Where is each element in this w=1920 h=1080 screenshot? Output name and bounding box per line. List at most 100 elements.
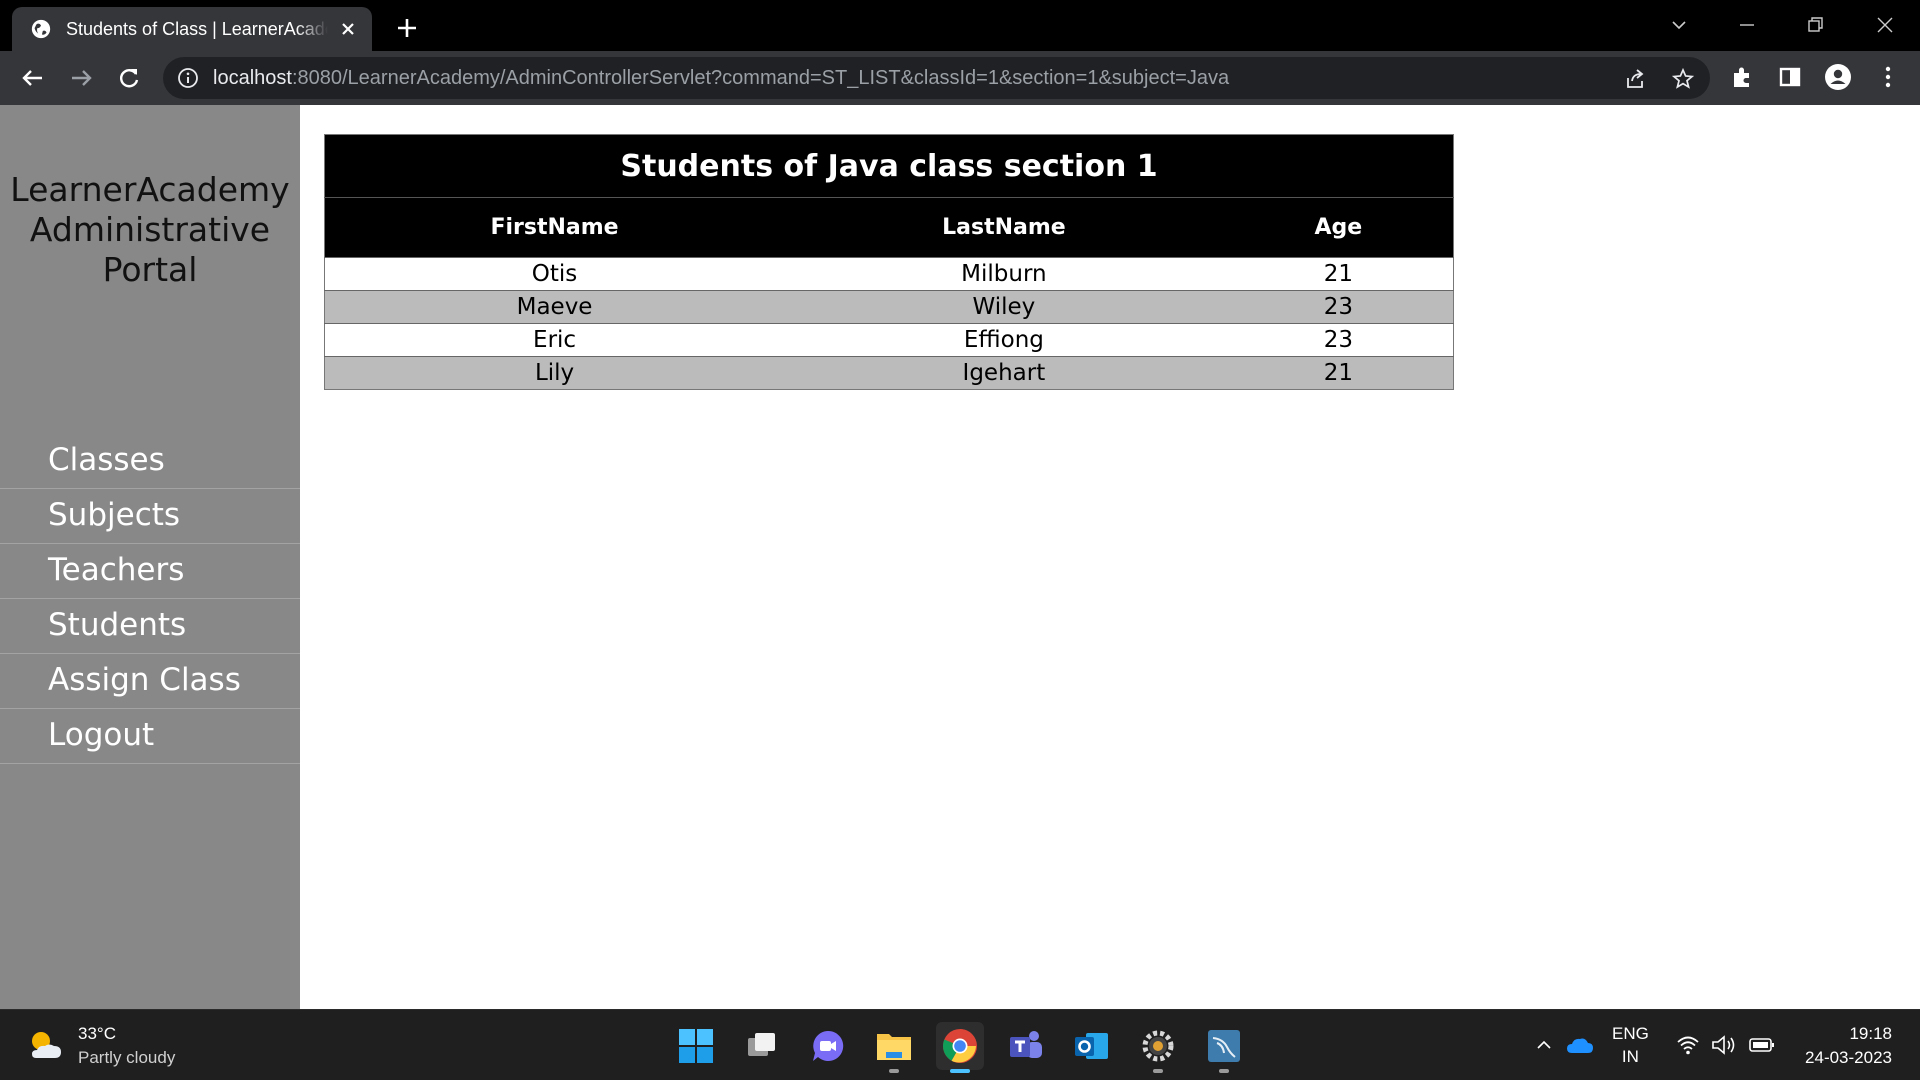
running-indicator (889, 1069, 899, 1073)
clock[interactable]: 19:18 24-03-2023 (1805, 1022, 1892, 1070)
url-path: :8080/LearnerAcademy/AdminControllerServ… (291, 67, 1230, 89)
taskbar: 33°C Partly cloudy ENG IN 19:18 24-03-20… (0, 1009, 1920, 1080)
start-button[interactable] (672, 1022, 720, 1070)
brand-line: Portal (102, 250, 198, 289)
language-code: ENG (1612, 1024, 1649, 1043)
table-row: Otis Milburn 21 (324, 257, 1454, 291)
cell-firstname: Eric (324, 323, 785, 357)
table-row: Lily Igehart 21 (324, 356, 1454, 390)
battery-icon[interactable] (1748, 1034, 1776, 1056)
language-indicator[interactable]: ENG IN (1612, 1022, 1649, 1068)
clock-date: 24-03-2023 (1805, 1048, 1892, 1067)
browser-tab[interactable]: Students of Class | LearnerAcademy (12, 7, 372, 51)
brand-line: LearnerAcademy (10, 170, 290, 209)
cell-lastname: Milburn (784, 257, 1224, 291)
brand-line: Administrative (29, 210, 271, 249)
cell-age: 23 (1223, 323, 1454, 357)
cell-age: 21 (1223, 356, 1454, 390)
onedrive-cloud-icon[interactable] (1566, 1033, 1594, 1057)
kebab-menu-icon[interactable] (1874, 63, 1902, 91)
new-tab-plus-icon[interactable] (392, 13, 422, 43)
globe-icon (31, 19, 51, 39)
browser-tab-strip: Students of Class | LearnerAcademy (0, 0, 1920, 51)
active-indicator (950, 1069, 970, 1073)
cell-firstname: Maeve (324, 290, 785, 324)
teams-icon (1010, 1031, 1042, 1058)
region-code: IN (1621, 1047, 1639, 1066)
students-table: Students of Java class section 1 FirstNa… (324, 134, 1454, 390)
table-caption-row: Students of Java class section 1 (324, 134, 1454, 198)
weather-condition: Partly cloudy (78, 1048, 176, 1067)
task-view-icon (748, 1033, 775, 1056)
cell-age: 23 (1223, 290, 1454, 324)
task-view-button[interactable] (738, 1022, 786, 1070)
gear-icon (1142, 1030, 1174, 1062)
chat-icon (813, 1030, 844, 1061)
profile-avatar-icon[interactable] (1824, 63, 1852, 91)
url-host: localhost (213, 67, 292, 89)
table-row: Maeve Wiley 23 (324, 290, 1454, 324)
windows-logo-icon (679, 1029, 713, 1063)
weather-temperature: 33°C (78, 1024, 116, 1043)
tab-search-chevron-icon[interactable] (1664, 10, 1694, 40)
chevron-up-icon[interactable] (1534, 1035, 1554, 1055)
mysql-workbench-button[interactable] (1200, 1022, 1248, 1073)
forward-arrow-icon[interactable] (66, 63, 96, 93)
page-viewport: LearnerAcademy Administrative Portal Cla… (0, 105, 1920, 1009)
chrome-button[interactable] (936, 1022, 984, 1073)
sidebar-item-subjects[interactable]: Subjects (0, 489, 300, 544)
close-window-icon[interactable] (1870, 10, 1900, 40)
cell-firstname: Otis (324, 257, 785, 291)
cell-age: 21 (1223, 257, 1454, 291)
site-info-icon[interactable] (177, 67, 199, 89)
minimize-icon[interactable] (1732, 10, 1762, 40)
address-bar[interactable]: localhost:8080/LearnerAcademy/AdminContr… (163, 57, 1710, 99)
wifi-icon[interactable] (1676, 1033, 1700, 1057)
table-caption: Students of Java class section 1 (324, 134, 1454, 198)
sidebar-item-teachers[interactable]: Teachers (0, 544, 300, 599)
weather-widget[interactable]: 33°C Partly cloudy (24, 1022, 175, 1070)
settings-app-button[interactable] (1134, 1022, 1182, 1073)
close-tab-icon[interactable] (338, 19, 358, 39)
clock-time: 19:18 (1849, 1024, 1892, 1043)
share-icon[interactable] (1623, 67, 1647, 91)
reload-icon[interactable] (114, 63, 144, 93)
file-explorer-button[interactable] (870, 1022, 918, 1073)
folder-icon (877, 1034, 911, 1060)
sidebar-item-students[interactable]: Students (0, 599, 300, 654)
column-header-lastname: LastName (784, 197, 1224, 258)
column-header-firstname: FirstName (324, 197, 785, 258)
sidebar: LearnerAcademy Administrative Portal Cla… (0, 105, 300, 1009)
volume-icon[interactable] (1710, 1033, 1738, 1057)
cell-firstname: Lily (324, 356, 785, 390)
tab-title: Students of Class | LearnerAcademy (66, 18, 328, 39)
extensions-puzzle-icon[interactable] (1728, 63, 1756, 91)
sidebar-item-assign-class[interactable]: Assign Class (0, 654, 300, 709)
partly-cloudy-icon (32, 1032, 61, 1058)
bookmark-star-icon[interactable] (1671, 67, 1695, 91)
teams-button[interactable] (1002, 1022, 1050, 1070)
cell-lastname: Effiong (784, 323, 1224, 357)
table-row: Eric Effiong 23 (324, 323, 1454, 357)
sidebar-item-classes[interactable]: Classes (0, 434, 300, 489)
column-header-age: Age (1223, 197, 1454, 258)
cell-lastname: Igehart (784, 356, 1224, 390)
chat-app-button[interactable] (804, 1022, 852, 1070)
sidebar-item-logout[interactable]: Logout (0, 709, 300, 764)
mysql-workbench-icon (1208, 1030, 1240, 1062)
back-arrow-icon[interactable] (18, 63, 48, 93)
cell-lastname: Wiley (784, 290, 1224, 324)
outlook-icon (1075, 1033, 1108, 1059)
main-content: Students of Java class section 1 FirstNa… (324, 134, 1454, 390)
sidebar-nav: Classes Subjects Teachers Students Assig… (0, 434, 300, 764)
side-panel-icon[interactable] (1776, 63, 1804, 91)
chrome-icon (943, 1029, 977, 1063)
running-indicator (1153, 1069, 1163, 1073)
restore-icon[interactable] (1800, 10, 1830, 40)
browser-toolbar: localhost:8080/LearnerAcademy/AdminContr… (0, 51, 1920, 105)
portal-title: LearnerAcademy Administrative Portal (0, 170, 300, 290)
url-text: localhost:8080/LearnerAcademy/AdminContr… (213, 57, 1229, 99)
running-indicator (1219, 1069, 1229, 1073)
table-header-row: FirstName LastName Age (324, 197, 1454, 258)
outlook-button[interactable] (1068, 1022, 1116, 1070)
